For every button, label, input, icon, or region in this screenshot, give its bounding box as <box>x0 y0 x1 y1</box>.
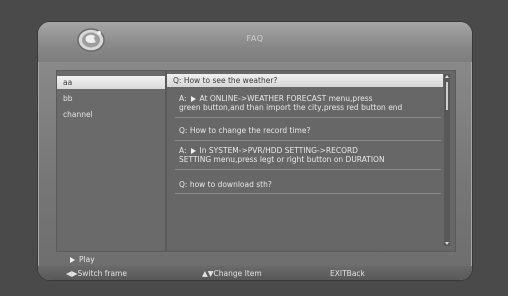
faq-answer-line: green button,and than import the city,pr… <box>179 103 403 112</box>
answer-prefix: A: <box>179 94 187 103</box>
left-right-arrows-icon: ◀▶ <box>66 269 78 278</box>
play-icon <box>70 257 75 263</box>
scroll-down-icon[interactable] <box>445 242 449 245</box>
play-hint[interactable]: Play <box>56 254 454 265</box>
answer-prefix: A: <box>179 146 187 155</box>
scrollbar-thumb[interactable] <box>446 82 448 110</box>
play-icon <box>190 96 196 102</box>
globe-icon <box>76 27 106 53</box>
change-item-hint: ▲▼Change Item <box>202 269 262 278</box>
change-item-label: Change Item <box>213 269 262 278</box>
faq-question[interactable]: Q: How to change the record time? <box>179 127 310 135</box>
faq-content-panel[interactable]: Q: How to see the weather? A: At ONLINE->… <box>166 70 456 252</box>
answer-text: In SYSTEM->PVR/HDD SETTING->RECORD <box>199 146 358 155</box>
switch-frame-hint: ◀▶Switch frame <box>66 269 127 278</box>
category-item-aa[interactable]: aa <box>57 76 165 89</box>
faq-answer-line: SETTING menu,press legt or right button … <box>179 155 385 164</box>
play-icon <box>190 148 196 154</box>
faq-question-selected[interactable]: Q: How to see the weather? <box>167 74 443 87</box>
up-down-arrows-icon: ▲▼ <box>202 269 214 278</box>
faq-answer-line: A: At ONLINE->WEATHER FORECAST menu,press <box>179 95 373 103</box>
faq-question[interactable]: Q: how to download sth? <box>179 181 272 189</box>
play-label: Play <box>79 255 95 264</box>
faq-answer-line: A: In SYSTEM->PVR/HDD SETTING->RECORD <box>179 147 358 155</box>
divider <box>175 140 441 141</box>
scroll-up-icon[interactable] <box>445 75 449 78</box>
divider <box>175 193 441 194</box>
page-title: FAQ <box>246 34 264 43</box>
scrollbar[interactable] <box>444 74 450 246</box>
category-item-channel[interactable]: channel <box>57 108 167 121</box>
answer-text: At ONLINE->WEATHER FORECAST menu,press <box>199 94 373 103</box>
category-item-bb[interactable]: bb <box>57 92 167 105</box>
divider <box>175 169 441 170</box>
switch-frame-label: Switch frame <box>77 269 127 278</box>
divider <box>175 117 441 118</box>
category-list[interactable]: aa bb channel <box>56 70 166 252</box>
exit-back-hint: EXITBack <box>330 269 365 278</box>
